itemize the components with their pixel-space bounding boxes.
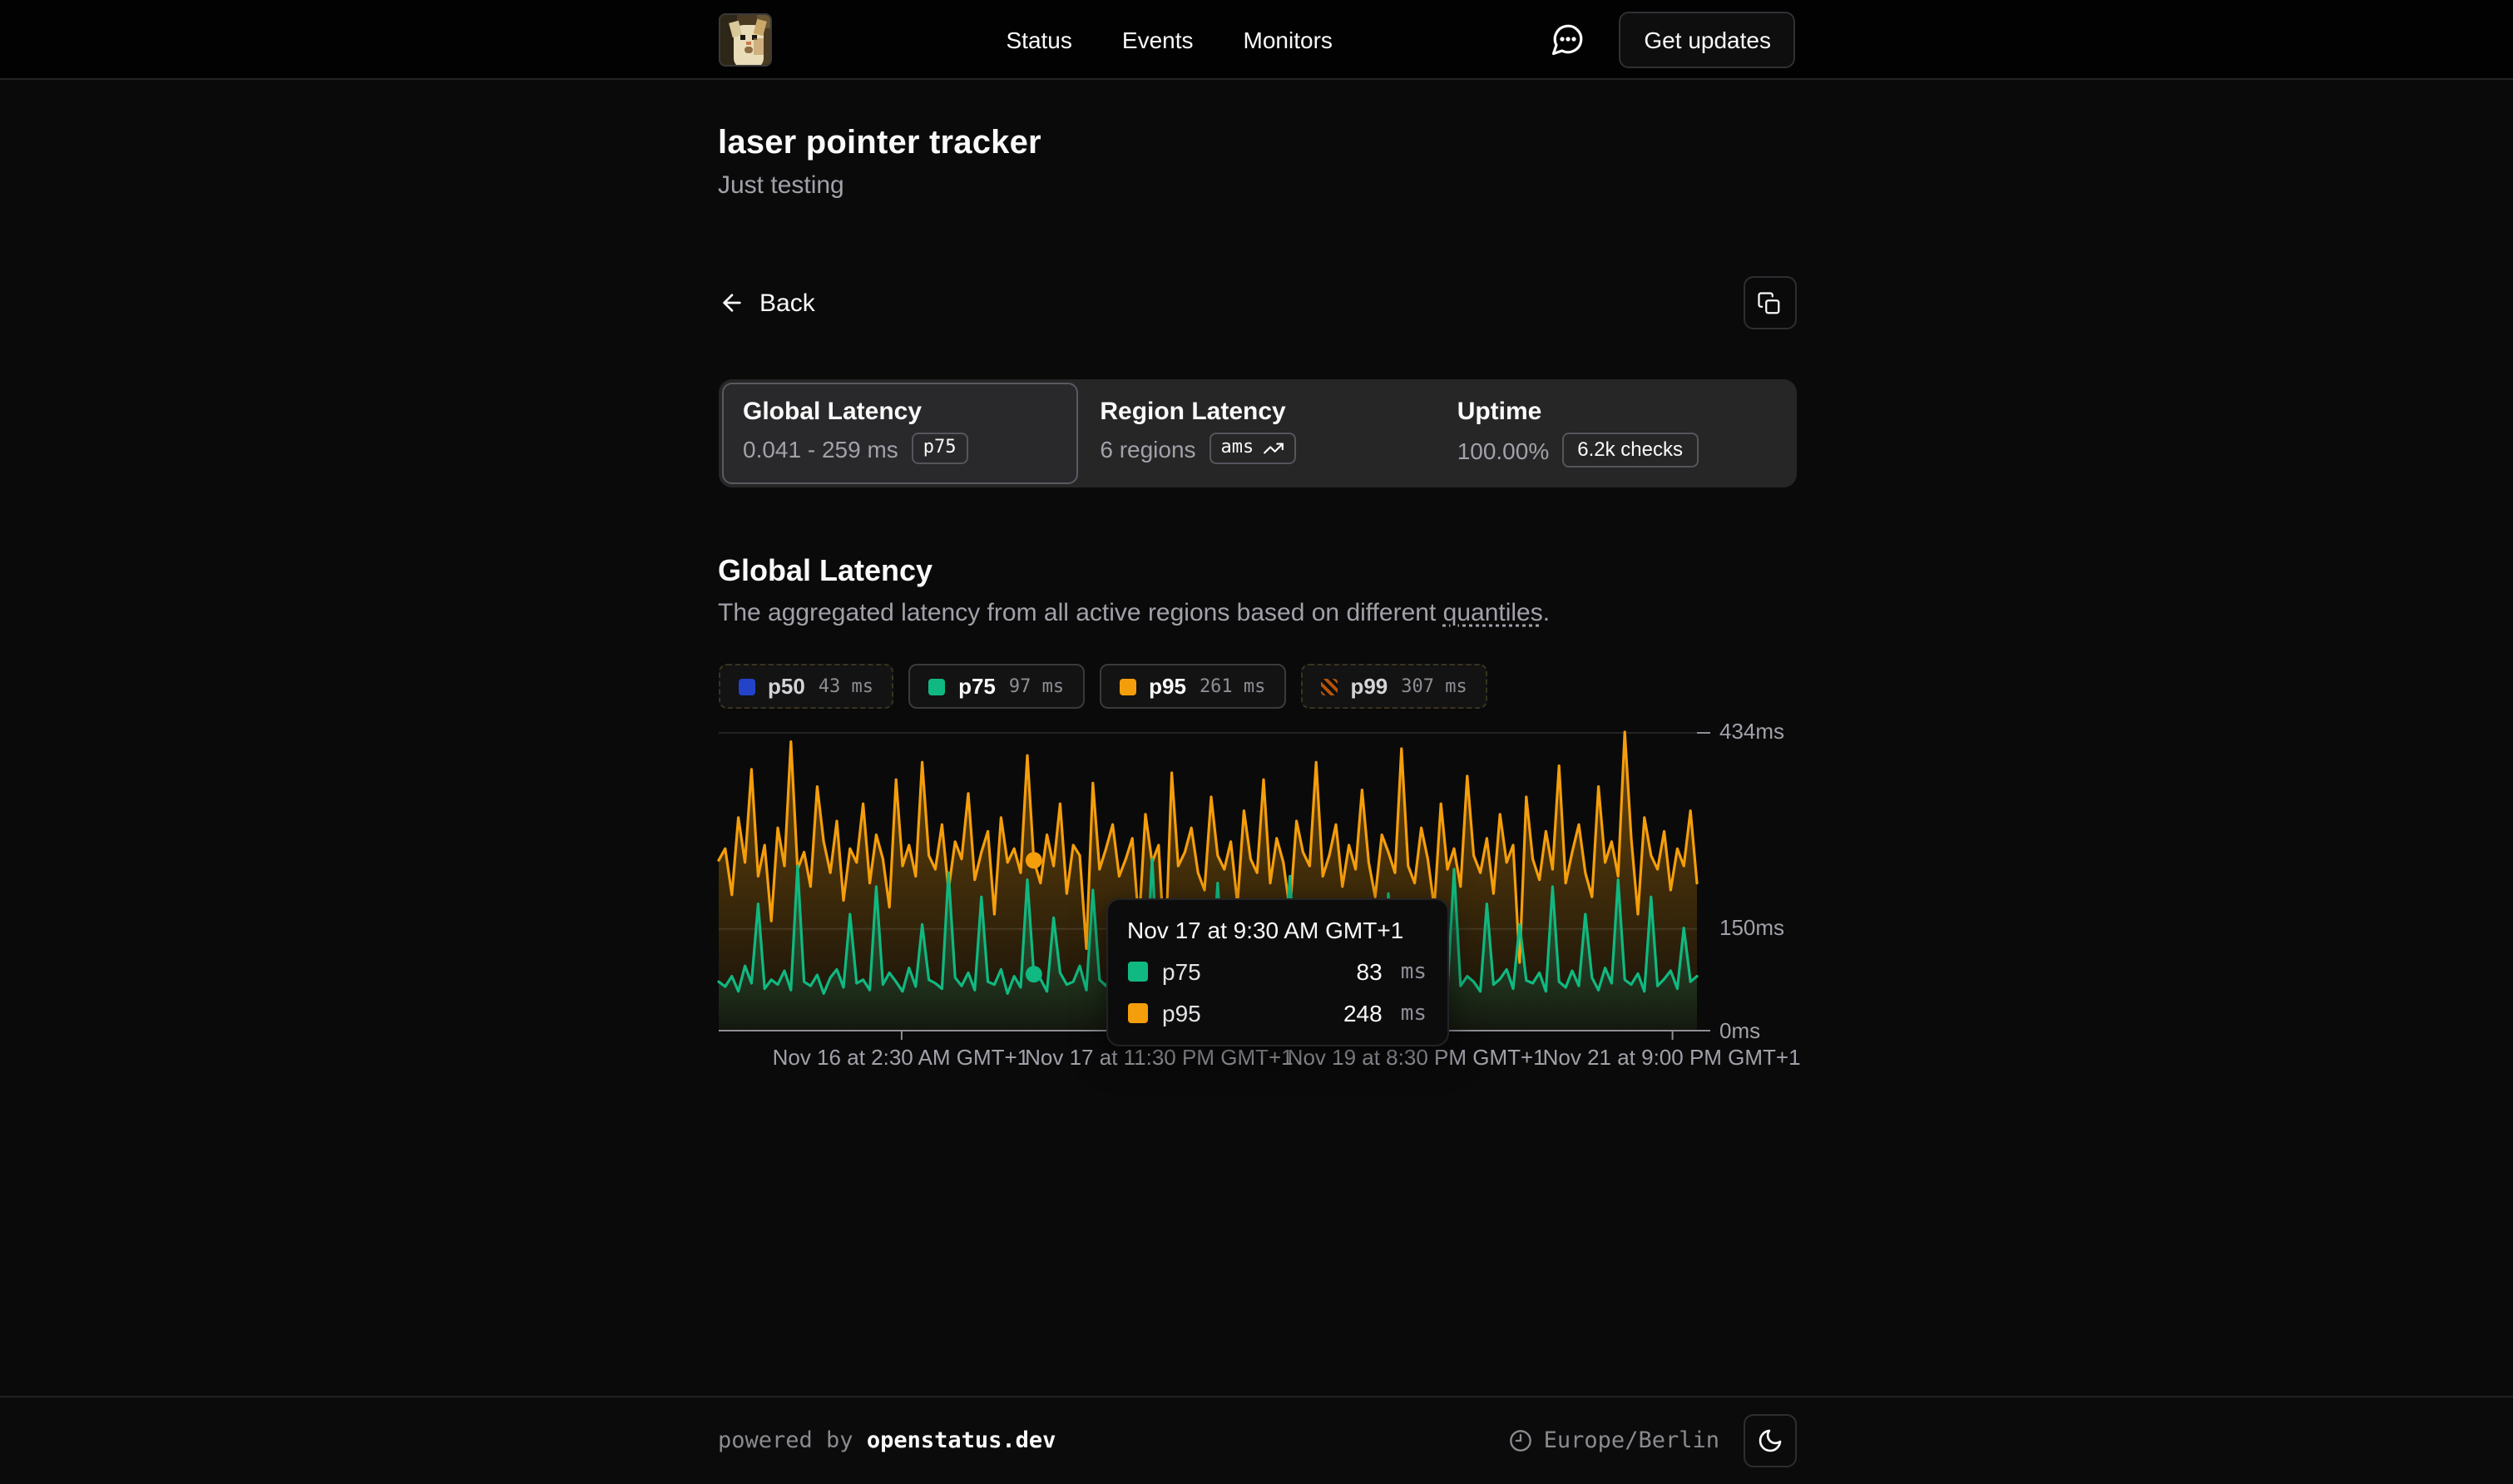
tooltip-title: Nov 17 at 9:30 AM GMT+1 [1127,917,1427,943]
tab-region-latency[interactable]: Region Latency 6 regions ams [1078,383,1435,484]
y-axis-label-max: 434ms [1719,719,1784,744]
tooltip-row-p95: p95 248ms [1127,1000,1427,1026]
legend-chip-p50[interactable]: p50 43 ms [718,664,893,709]
legend-chip-p95[interactable]: p95 261 ms [1099,664,1285,709]
p50-swatch [738,678,754,695]
page-subtitle: Just testing [718,171,1796,200]
p99-swatch [1320,678,1337,695]
legend-chip-p99[interactable]: p99 307 ms [1300,664,1487,709]
latency-chart: 434ms 150ms 0ms Nov 16 at 2:30 AM GMT+1 … [718,732,1796,1090]
tab-global-latency[interactable]: Global Latency 0.041 - 259 ms p75 [721,383,1078,484]
section-title: Global Latency [718,554,1796,589]
chat-bubble-icon [1551,22,1585,57]
x-axis-label-2: Nov 17 at 11:30 PM GMT+1 [1025,1045,1294,1070]
main-nav: Status Events Monitors [990,26,1333,52]
tab-uptime[interactable]: Uptime 100.00% 6.2k checks [1436,383,1793,484]
x-axis-label-3: Nov 19 at 8:30 PM GMT+1 [1288,1045,1546,1070]
checks-badge: 6.2k checks [1562,433,1698,467]
tab-title: Region Latency [1100,398,1413,426]
nav-link-status[interactable]: Status [1007,26,1072,52]
nav-link-events[interactable]: Events [1122,26,1194,52]
chart-tooltip: Nov 17 at 9:30 AM GMT+1 p75 83ms p95 248… [1106,898,1448,1046]
p75-swatch [928,678,945,695]
feedback-chat-button[interactable] [1551,22,1585,57]
copy-icon [1757,290,1782,315]
p95-swatch [1119,678,1135,695]
x-axis-label-1: Nov 16 at 2:30 AM GMT+1 [773,1045,1030,1070]
main-content: laser pointer tracker Just testing Back … [0,80,2513,1396]
theme-toggle-button[interactable] [1743,1414,1796,1467]
powered-by: powered by openstatus.dev [718,1427,1056,1454]
tab-title: Global Latency [743,398,1056,426]
copy-link-button[interactable] [1743,276,1796,329]
footer: powered by openstatus.dev Europe/Berlin [0,1396,2513,1484]
clock-icon [1509,1429,1532,1452]
tab-title: Uptime [1457,398,1771,426]
metric-tabs: Global Latency 0.041 - 259 ms p75 Region… [718,379,1796,487]
openstatus-link[interactable]: openstatus.dev [867,1427,1056,1454]
y-axis-label-mid: 150ms [1719,915,1784,940]
section-description: The aggregated latency from all active r… [718,599,1796,627]
status-page: Status Events Monitors Get updates laser… [0,0,2513,1484]
quantile-badge: p75 [912,433,968,464]
site-logo[interactable] [718,12,771,66]
legend-chip-p75[interactable]: p75 97 ms [908,664,1084,709]
region-badge: ams [1210,433,1296,464]
page-title: laser pointer tracker [718,125,1796,163]
trending-up-icon [1262,437,1284,458]
top-nav: Status Events Monitors Get updates [0,0,2513,80]
tab-value: 100.00% [1457,437,1550,463]
quantiles-link[interactable]: quantiles [1443,599,1543,627]
cat-logo-image [720,14,771,66]
x-axis-label-4: Nov 21 at 9:00 PM GMT+1 [1543,1045,1801,1070]
nav-link-monitors[interactable]: Monitors [1244,26,1333,52]
tooltip-row-p75: p75 83ms [1127,958,1427,985]
get-updates-button[interactable]: Get updates [1619,11,1796,67]
p75-square [1127,962,1147,982]
tab-value: 0.041 - 259 ms [743,435,898,462]
moon-icon [1756,1427,1783,1454]
back-label: Back [759,289,815,317]
y-axis-label-min: 0ms [1719,1018,1760,1043]
back-link[interactable]: Back [718,289,815,317]
arrow-left-icon [718,289,745,316]
chart-legend: p50 43 ms p75 97 ms p95 261 ms p99 307 m… [718,664,1796,709]
p95-square [1127,1003,1147,1023]
timezone: Europe/Berlin [1509,1427,1719,1454]
tab-value: 6 regions [1100,435,1195,462]
